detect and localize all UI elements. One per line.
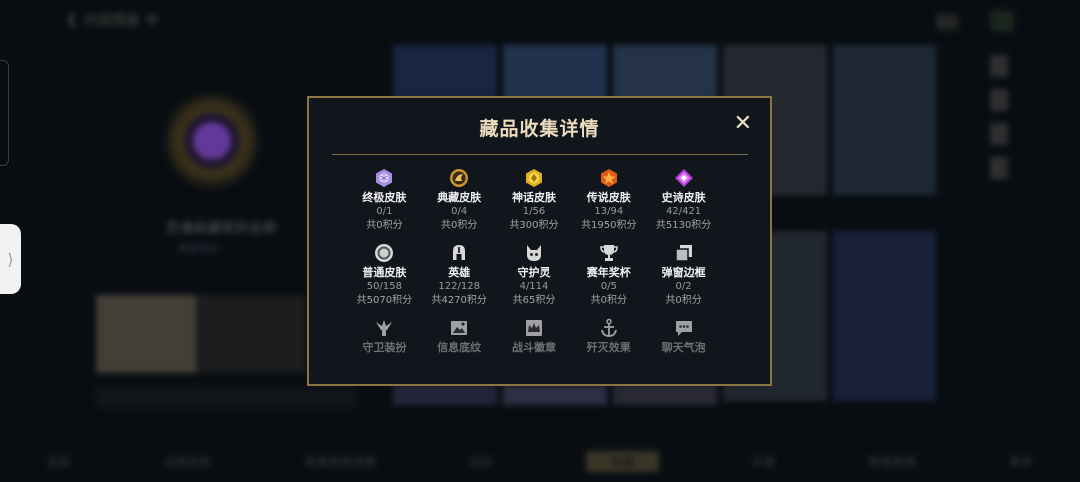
- chat-icon: [674, 318, 694, 338]
- item-points: 共5070积分: [356, 295, 413, 306]
- legacy-skin-icon: [449, 168, 469, 188]
- item-name: 聊天气泡: [661, 341, 706, 354]
- collection-item[interactable]: 守护灵 4/114 共65积分: [497, 243, 572, 309]
- item-name: 歼灭效果: [586, 341, 631, 354]
- item-points: 共5130积分: [655, 220, 712, 231]
- collection-item[interactable]: 战斗徽章: [497, 318, 572, 361]
- item-count: 13/94: [594, 206, 624, 217]
- item-name: 守护灵: [517, 266, 551, 279]
- mythic-skin-icon: [524, 168, 544, 188]
- standard-skin-icon: [374, 243, 394, 263]
- item-name: 终极皮肤: [362, 191, 407, 204]
- ultimate-skin-icon: [374, 168, 394, 188]
- collection-item[interactable]: 赛年奖杯 0/5 共0积分: [571, 243, 646, 309]
- item-points: 共0积分: [366, 220, 403, 231]
- collection-item[interactable]: 信息底纹: [422, 318, 497, 361]
- side-drawer-tab[interactable]: ⟩: [0, 224, 21, 294]
- crown-icon: [524, 318, 544, 338]
- item-points: 共300积分: [509, 220, 559, 231]
- trophy-icon: [599, 243, 619, 263]
- collection-item[interactable]: 神话皮肤 1/56 共300积分: [497, 168, 572, 234]
- grid-viewport[interactable]: 终极皮肤 0/1 共0积分 典藏皮肤 0/4 共0积分 神话皮肤 1/56 共300积分 传说皮肤…: [309, 98, 770, 361]
- item-name: 典藏皮肤: [437, 191, 482, 204]
- item-count: 42/421: [665, 206, 702, 217]
- collection-item[interactable]: 传说皮肤 13/94 共1950积分: [571, 168, 646, 234]
- collection-item[interactable]: 普通皮肤 50/158 共5070积分: [347, 243, 422, 309]
- item-name: 信息底纹: [437, 341, 482, 354]
- item-name: 守卫装扮: [362, 341, 407, 354]
- item-name: 普通皮肤: [362, 266, 407, 279]
- item-name: 弹窗边框: [661, 266, 706, 279]
- anchor-icon: [599, 318, 619, 338]
- collection-item[interactable]: 终极皮肤 0/1 共0积分: [347, 168, 422, 234]
- item-name: 史诗皮肤: [661, 191, 706, 204]
- item-points: 共65积分: [512, 295, 556, 306]
- collection-item[interactable]: 弹窗边框 0/2 共0积分: [646, 243, 721, 309]
- item-points: 共0积分: [665, 295, 702, 306]
- item-count: 4/114: [519, 281, 549, 292]
- item-count: 122/128: [438, 281, 480, 292]
- item-name: 战斗徽章: [511, 341, 556, 354]
- item-name: 赛年奖杯: [586, 266, 631, 279]
- collection-item[interactable]: 守卫装扮: [347, 318, 422, 361]
- banner-icon: [449, 318, 469, 338]
- collection-item[interactable]: 英雄 122/128 共4270积分: [422, 243, 497, 309]
- item-points: 共0积分: [590, 295, 627, 306]
- collection-details-modal: 藏品收集详情 ✕ 终极皮肤 0/1 共0积分 典藏皮肤 0/4 共0积分 神话皮肤 1/56 共…: [307, 96, 772, 386]
- item-count: 1/56: [522, 206, 546, 217]
- collection-item[interactable]: 典藏皮肤 0/4 共0积分: [422, 168, 497, 234]
- guardian-icon: [374, 318, 394, 338]
- item-name: 神话皮肤: [511, 191, 556, 204]
- item-name: 英雄: [448, 266, 471, 279]
- item-points: 共0积分: [441, 220, 478, 231]
- collection-item[interactable]: 聊天气泡: [646, 318, 721, 361]
- chevron-right-icon: ⟩: [7, 249, 14, 269]
- item-count: 0/2: [675, 281, 692, 292]
- legendary-skin-icon: [599, 168, 619, 188]
- collection-grid: 终极皮肤 0/1 共0积分 典藏皮肤 0/4 共0积分 神话皮肤 1/56 共300积分 传说皮肤…: [347, 168, 731, 361]
- left-handle: [0, 60, 9, 166]
- collection-item[interactable]: 歼灭效果: [571, 318, 646, 361]
- ward-icon: [524, 243, 544, 263]
- item-points: 共4270积分: [431, 295, 487, 306]
- item-points: 共1950积分: [581, 220, 637, 231]
- collection-item[interactable]: 史诗皮肤 42/421 共5130积分: [646, 168, 721, 234]
- item-count: 50/158: [366, 281, 402, 292]
- epic-skin-icon: [674, 168, 694, 188]
- champion-icon: [449, 243, 469, 263]
- frame-icon: [674, 243, 694, 263]
- item-name: 传说皮肤: [586, 191, 631, 204]
- item-count: 0/1: [376, 206, 393, 217]
- item-count: 0/5: [600, 281, 617, 292]
- item-count: 0/4: [451, 206, 468, 217]
